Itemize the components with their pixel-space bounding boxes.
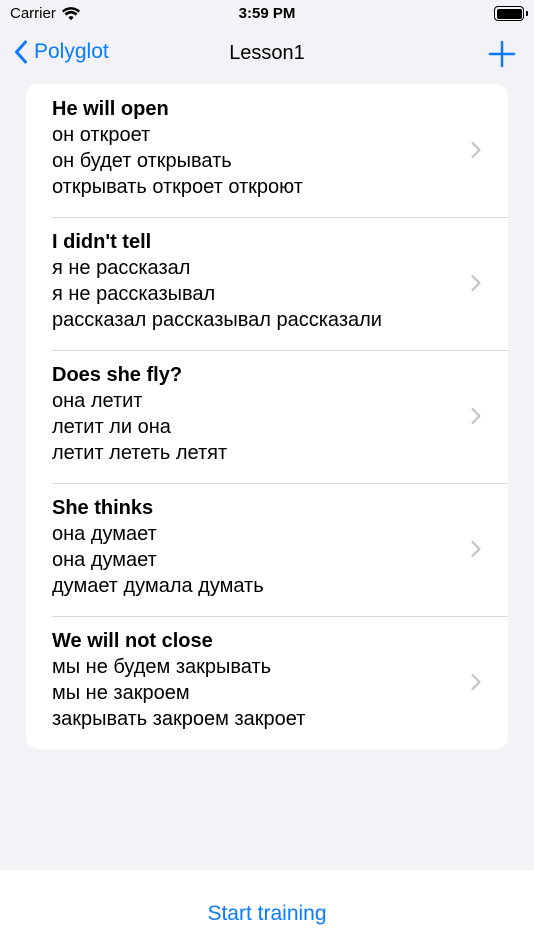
- add-button[interactable]: [488, 40, 516, 68]
- status-time: 3:59 PM: [238, 5, 296, 22]
- item-translation: она летит: [52, 390, 143, 412]
- item-translation: я не рассказывал: [52, 283, 216, 305]
- list-item[interactable]: I didn't tell я не рассказал я не расска…: [26, 217, 508, 350]
- item-title: We will not close: [52, 630, 213, 652]
- item-title: She thinks: [52, 497, 154, 519]
- item-translation: он откроет: [52, 124, 151, 146]
- list-item[interactable]: Does she fly? она летит летит ли она лет…: [26, 350, 508, 483]
- item-translation: летит ли она: [52, 416, 171, 438]
- item-words: закрывать закроем закроет: [52, 708, 306, 730]
- start-training-button[interactable]: Start training: [0, 902, 534, 926]
- item-title: He will open: [52, 98, 169, 120]
- item-translation: он будет открывать: [52, 150, 232, 172]
- chevron-right-icon: [471, 274, 481, 292]
- status-bar: Carrier 3:59 PM: [0, 0, 534, 30]
- item-translation: я не рассказал: [52, 257, 191, 279]
- item-words: думает думала думать: [52, 575, 264, 597]
- item-title: Does she fly?: [52, 364, 183, 386]
- item-translation: она думает: [52, 549, 157, 571]
- item-words: рассказал рассказывал рассказали: [52, 309, 382, 331]
- item-words: открывать откроет откроют: [52, 176, 303, 198]
- list-item[interactable]: We will not close мы не будем закрывать …: [26, 616, 508, 749]
- item-words: летит лететь летят: [52, 442, 228, 464]
- chevron-right-icon: [471, 540, 481, 558]
- battery-icon: [494, 6, 528, 21]
- bottom-toolbar: Start training: [0, 870, 534, 950]
- chevron-right-icon: [471, 673, 481, 691]
- list-item[interactable]: She thinks она думает она думает думает …: [26, 483, 508, 616]
- navigation-bar: Polyglot Lesson1: [0, 30, 534, 80]
- item-title: I didn't tell: [52, 231, 152, 253]
- item-translation: мы не будем закрывать: [52, 656, 272, 678]
- page-title: Lesson1: [229, 42, 305, 64]
- item-translation: она думает: [52, 523, 157, 545]
- list-item[interactable]: He will open он откроет он будет открыва…: [26, 84, 508, 217]
- item-translation: мы не закроем: [52, 682, 190, 704]
- chevron-right-icon: [471, 141, 481, 159]
- chevron-right-icon: [471, 407, 481, 425]
- lesson-list: He will open он откроет он будет открыва…: [26, 84, 508, 749]
